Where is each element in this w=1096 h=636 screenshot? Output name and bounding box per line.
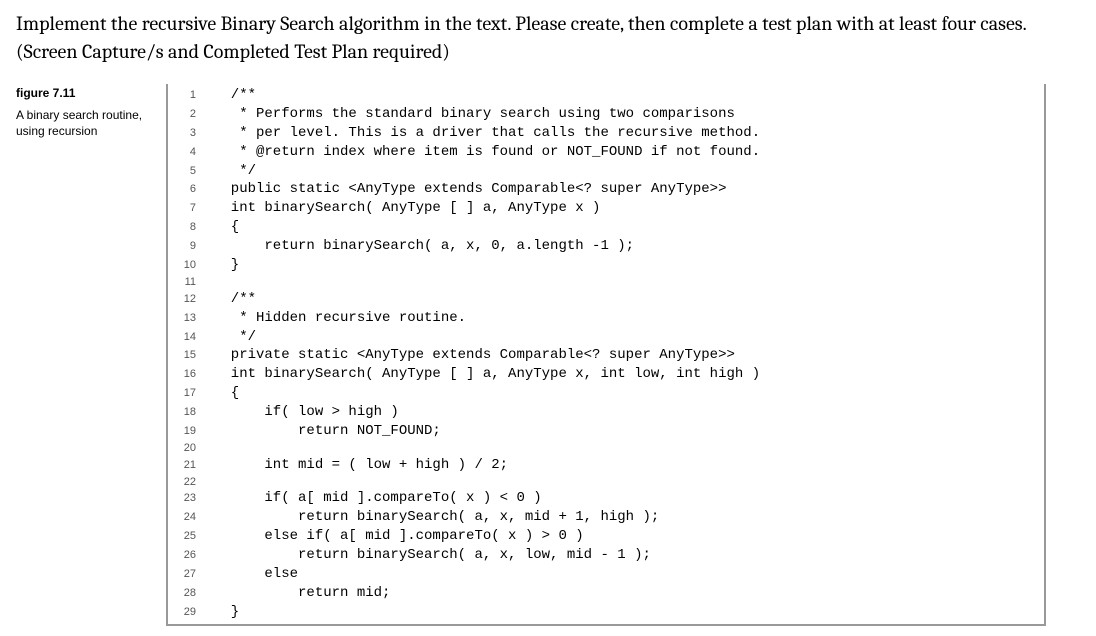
line-number: 11 bbox=[168, 275, 214, 290]
code-line: 26 return binarySearch( a, x, low, mid -… bbox=[168, 546, 1044, 565]
code-text: } bbox=[214, 256, 1044, 275]
code-line: 18 if( low > high ) bbox=[168, 403, 1044, 422]
code-text: return mid; bbox=[214, 584, 1044, 603]
code-text bbox=[214, 475, 1044, 490]
code-text: * per level. This is a driver that calls… bbox=[214, 124, 1044, 143]
code-line: 3 * per level. This is a driver that cal… bbox=[168, 124, 1044, 143]
line-number: 8 bbox=[168, 218, 214, 237]
code-text bbox=[214, 441, 1044, 456]
code-text: return NOT_FOUND; bbox=[214, 422, 1044, 441]
code-line: 29 } bbox=[168, 603, 1044, 622]
line-number: 25 bbox=[168, 527, 214, 546]
code-text: * Performs the standard binary search us… bbox=[214, 105, 1044, 124]
code-text: */ bbox=[214, 162, 1044, 181]
line-number: 5 bbox=[168, 162, 214, 181]
code-text: public static <AnyType extends Comparabl… bbox=[214, 180, 1044, 199]
code-text: int binarySearch( AnyType [ ] a, AnyType… bbox=[214, 365, 1044, 384]
code-text bbox=[214, 275, 1044, 290]
code-line: 13 * Hidden recursive routine. bbox=[168, 309, 1044, 328]
line-number: 14 bbox=[168, 328, 214, 347]
line-number: 12 bbox=[168, 290, 214, 309]
line-number: 17 bbox=[168, 384, 214, 403]
code-line: 4 * @return index where item is found or… bbox=[168, 143, 1044, 162]
instruction-text: Implement the recursive Binary Search al… bbox=[16, 10, 1080, 66]
line-number: 7 bbox=[168, 199, 214, 218]
code-line: 16 int binarySearch( AnyType [ ] a, AnyT… bbox=[168, 365, 1044, 384]
line-number: 21 bbox=[168, 456, 214, 475]
line-number: 6 bbox=[168, 180, 214, 199]
line-number: 13 bbox=[168, 309, 214, 328]
line-number: 29 bbox=[168, 603, 214, 622]
code-line: 10 } bbox=[168, 256, 1044, 275]
code-text: private static <AnyType extends Comparab… bbox=[214, 346, 1044, 365]
figure-description: A binary search routine, using recursion bbox=[16, 108, 146, 139]
code-line: 1 /** bbox=[168, 86, 1044, 105]
code-listing: 1 /** 2 * Performs the standard binary s… bbox=[166, 84, 1046, 626]
code-text: return binarySearch( a, x, mid + 1, high… bbox=[214, 508, 1044, 527]
code-text: int binarySearch( AnyType [ ] a, AnyType… bbox=[214, 199, 1044, 218]
figure-block: figure 7.11 A binary search routine, usi… bbox=[16, 84, 1080, 626]
code-text: if( low > high ) bbox=[214, 403, 1044, 422]
code-text: else if( a[ mid ].compareTo( x ) > 0 ) bbox=[214, 527, 1044, 546]
code-line: 21 int mid = ( low + high ) / 2; bbox=[168, 456, 1044, 475]
code-text: if( a[ mid ].compareTo( x ) < 0 ) bbox=[214, 489, 1044, 508]
code-text: */ bbox=[214, 328, 1044, 347]
code-line: 8 { bbox=[168, 218, 1044, 237]
figure-caption: figure 7.11 A binary search routine, usi… bbox=[16, 84, 146, 626]
code-text: { bbox=[214, 384, 1044, 403]
line-number: 1 bbox=[168, 86, 214, 105]
code-text: int mid = ( low + high ) / 2; bbox=[214, 456, 1044, 475]
line-number: 4 bbox=[168, 143, 214, 162]
line-number: 23 bbox=[168, 489, 214, 508]
code-line: 25 else if( a[ mid ].compareTo( x ) > 0 … bbox=[168, 527, 1044, 546]
code-line: 23 if( a[ mid ].compareTo( x ) < 0 ) bbox=[168, 489, 1044, 508]
line-number: 22 bbox=[168, 475, 214, 490]
line-number: 26 bbox=[168, 546, 214, 565]
line-number: 10 bbox=[168, 256, 214, 275]
code-line: 6 public static <AnyType extends Compara… bbox=[168, 180, 1044, 199]
code-text: { bbox=[214, 218, 1044, 237]
code-line: 9 return binarySearch( a, x, 0, a.length… bbox=[168, 237, 1044, 256]
line-number: 24 bbox=[168, 508, 214, 527]
code-text: * @return index where item is found or N… bbox=[214, 143, 1044, 162]
line-number: 20 bbox=[168, 441, 214, 456]
code-line: 28 return mid; bbox=[168, 584, 1044, 603]
line-number: 3 bbox=[168, 124, 214, 143]
code-text: /** bbox=[214, 86, 1044, 105]
line-number: 15 bbox=[168, 346, 214, 365]
line-number: 9 bbox=[168, 237, 214, 256]
code-line: 7 int binarySearch( AnyType [ ] a, AnyTy… bbox=[168, 199, 1044, 218]
code-text: * Hidden recursive routine. bbox=[214, 309, 1044, 328]
code-line: 22 bbox=[168, 475, 1044, 490]
code-line: 27 else bbox=[168, 565, 1044, 584]
code-line: 12 /** bbox=[168, 290, 1044, 309]
figure-title: figure 7.11 bbox=[16, 86, 146, 100]
code-text: return binarySearch( a, x, 0, a.length -… bbox=[214, 237, 1044, 256]
code-line: 24 return binarySearch( a, x, mid + 1, h… bbox=[168, 508, 1044, 527]
line-number: 2 bbox=[168, 105, 214, 124]
line-number: 16 bbox=[168, 365, 214, 384]
code-line: 5 */ bbox=[168, 162, 1044, 181]
line-number: 19 bbox=[168, 422, 214, 441]
code-text: /** bbox=[214, 290, 1044, 309]
code-line: 20 bbox=[168, 441, 1044, 456]
code-line: 17 { bbox=[168, 384, 1044, 403]
code-text: return binarySearch( a, x, low, mid - 1 … bbox=[214, 546, 1044, 565]
line-number: 28 bbox=[168, 584, 214, 603]
code-line: 11 bbox=[168, 275, 1044, 290]
code-line: 15 private static <AnyType extends Compa… bbox=[168, 346, 1044, 365]
line-number: 18 bbox=[168, 403, 214, 422]
line-number: 27 bbox=[168, 565, 214, 584]
code-text: } bbox=[214, 603, 1044, 622]
code-line: 14 */ bbox=[168, 328, 1044, 347]
code-line: 19 return NOT_FOUND; bbox=[168, 422, 1044, 441]
code-text: else bbox=[214, 565, 1044, 584]
code-line: 2 * Performs the standard binary search … bbox=[168, 105, 1044, 124]
